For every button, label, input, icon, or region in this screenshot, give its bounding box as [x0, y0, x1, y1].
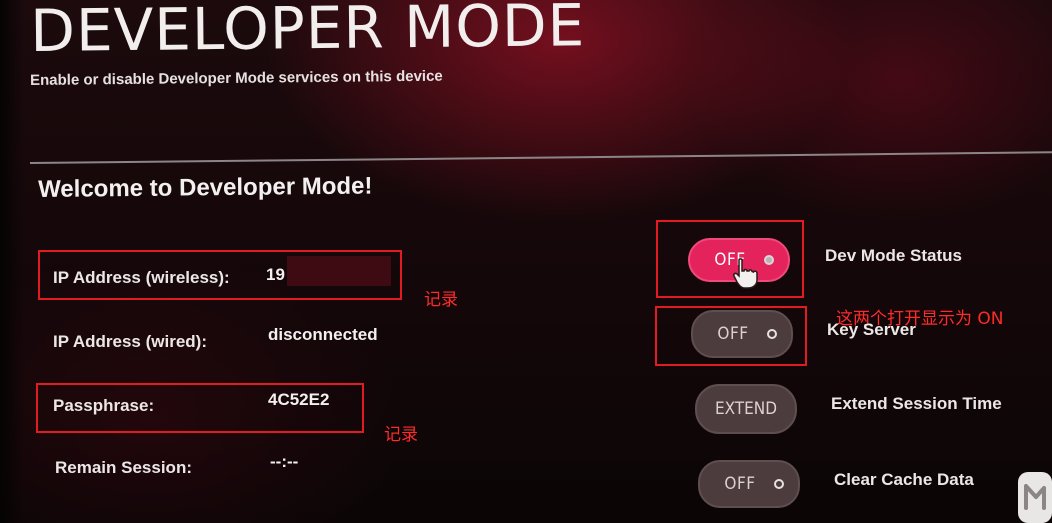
- ip-wired-label: IP Address (wired):: [53, 332, 207, 351]
- toggle-indicator-dot: [767, 329, 777, 339]
- dev-mode-status-label: Dev Mode Status: [825, 246, 962, 265]
- page-subtitle: Enable or disable Developer Mode service…: [30, 67, 443, 89]
- clear-cache-state: OFF: [724, 474, 756, 494]
- toggle-indicator-dot: [774, 479, 784, 489]
- clear-cache-toggle[interactable]: OFF: [698, 460, 800, 508]
- developer-mode-screen: DEVELOPER MODE Enable or disable Develop…: [0, 0, 1052, 523]
- clear-cache-label: Clear Cache Data: [834, 470, 974, 489]
- key-server-toggle[interactable]: OFF: [691, 310, 793, 358]
- page-title: DEVELOPER MODE: [29, 0, 586, 65]
- welcome-heading: Welcome to Developer Mode!: [38, 172, 373, 203]
- remain-session-label: Remain Session:: [55, 458, 192, 477]
- passphrase-highlight-box: [36, 383, 364, 433]
- left-edge-shade: [0, 0, 24, 523]
- ip-wired-value: disconnected: [268, 325, 378, 344]
- record-passphrase-annotation: 记录: [384, 425, 418, 445]
- watermark-logo-icon: [1018, 472, 1052, 523]
- ip-highlight-box: [38, 250, 402, 300]
- record-ip-annotation: 记录: [424, 290, 458, 310]
- toggle-indicator-dot: [764, 255, 774, 265]
- key-server-label: Key Server: [827, 320, 916, 339]
- remain-session-value: --:--: [270, 452, 299, 471]
- extend-session-label: Extend Session Time: [831, 394, 1002, 413]
- header-divider: [30, 151, 1052, 164]
- pointer-hand-icon: [733, 258, 758, 289]
- key-server-state: OFF: [717, 324, 749, 344]
- extend-session-button[interactable]: EXTEND: [695, 384, 797, 434]
